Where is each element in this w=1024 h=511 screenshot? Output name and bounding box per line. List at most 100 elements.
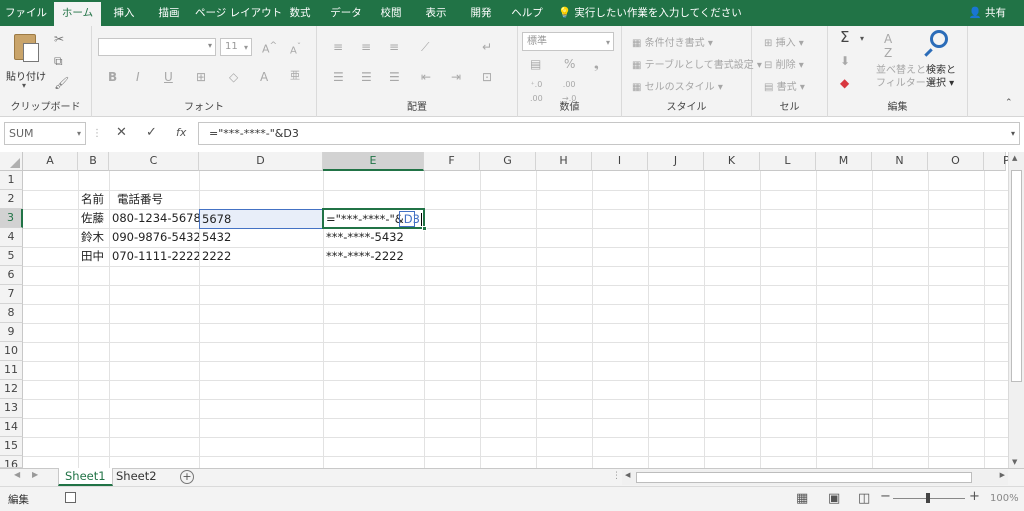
- paste-button[interactable]: 貼り付け ▾: [6, 32, 46, 90]
- search-icon[interactable]: [930, 30, 948, 48]
- cell-e4[interactable]: ***-****-5432: [323, 228, 424, 246]
- format-cells-button[interactable]: ▤ 書式 ▾: [764, 78, 805, 93]
- row-header-13[interactable]: 13: [0, 399, 23, 418]
- comma-style-icon[interactable]: ❟: [594, 57, 599, 71]
- cell-d4[interactable]: 5432: [199, 228, 323, 246]
- page-break-view-icon[interactable]: ◫: [858, 491, 870, 506]
- increase-indent-icon[interactable]: ⇥: [451, 70, 461, 84]
- scroll-right-icon[interactable]: ▶: [1000, 471, 1005, 479]
- column-header-f[interactable]: F: [424, 152, 480, 171]
- currency-icon[interactable]: ▤: [530, 57, 541, 71]
- tab-home[interactable]: ホーム: [54, 2, 101, 26]
- delete-cells-button[interactable]: ⊟ 削除 ▾: [764, 56, 804, 71]
- cell-d3[interactable]: 5678: [199, 210, 323, 228]
- align-right-icon[interactable]: ☰: [389, 70, 400, 84]
- column-header-j[interactable]: J: [648, 152, 704, 171]
- cancel-icon[interactable]: ✕: [116, 126, 127, 140]
- cell-e5[interactable]: ***-****-2222: [323, 247, 424, 265]
- insert-function-icon[interactable]: fx: [176, 126, 186, 140]
- sort-filter-icon[interactable]: AZ: [884, 32, 892, 60]
- tab-view[interactable]: 表示: [415, 0, 457, 26]
- tab-developer[interactable]: 開発: [462, 0, 500, 26]
- row-header-14[interactable]: 14: [0, 418, 23, 437]
- cell-c4[interactable]: 090-9876-5432: [109, 228, 199, 246]
- sheet-tab-sheet1[interactable]: Sheet1: [58, 468, 113, 486]
- cell-b3[interactable]: 佐藤: [78, 209, 109, 227]
- tab-file[interactable]: ファイル: [0, 0, 52, 26]
- grow-font-icon[interactable]: A^: [262, 39, 277, 57]
- align-bottom-icon[interactable]: ≡: [389, 40, 399, 54]
- copy-icon[interactable]: ⧉: [54, 54, 63, 68]
- align-middle-icon[interactable]: ≡: [361, 40, 371, 54]
- select-all-corner[interactable]: [0, 152, 23, 171]
- row-header-10[interactable]: 10: [0, 342, 23, 361]
- row-header-8[interactable]: 8: [0, 304, 23, 323]
- scroll-up-icon[interactable]: ▲: [1012, 154, 1017, 162]
- scroll-thumb[interactable]: [1011, 170, 1022, 382]
- column-header-p[interactable]: P: [984, 152, 1010, 171]
- page-layout-view-icon[interactable]: ▣: [828, 491, 840, 506]
- cell-b4[interactable]: 鈴木: [78, 228, 109, 246]
- cell-b5[interactable]: 田中: [78, 247, 109, 265]
- vertical-scrollbar[interactable]: ▲ ▼: [1008, 152, 1024, 468]
- column-header-a[interactable]: A: [23, 152, 78, 171]
- share-button[interactable]: 👤 共有: [969, 0, 1006, 26]
- chevron-down-icon[interactable]: ▾: [860, 32, 864, 46]
- insert-cells-button[interactable]: ⊞ 挿入 ▾: [764, 34, 804, 49]
- number-format-select[interactable]: 標準 ▾: [522, 32, 614, 51]
- row-header-1[interactable]: 1: [0, 171, 23, 190]
- font-name-select[interactable]: ▾: [98, 38, 216, 56]
- zoom-in-icon[interactable]: +: [969, 489, 980, 504]
- scroll-left-icon[interactable]: ◀: [625, 471, 630, 479]
- cell-c2[interactable]: 電話番号: [109, 190, 199, 208]
- column-header-l[interactable]: L: [760, 152, 816, 171]
- tab-split-grip-icon[interactable]: ⋮: [612, 471, 621, 481]
- row-header-12[interactable]: 12: [0, 380, 23, 399]
- sheet-nav-next-icon[interactable]: ▶: [32, 470, 38, 479]
- row-header-9[interactable]: 9: [0, 323, 23, 342]
- clear-icon[interactable]: ◆: [840, 76, 849, 90]
- bold-icon[interactable]: B: [108, 70, 117, 84]
- cell-c3[interactable]: 080-1234-5678: [109, 209, 199, 227]
- tab-help[interactable]: ヘルプ: [505, 0, 549, 26]
- format-painter-icon[interactable]: 🖌: [54, 76, 69, 90]
- column-header-e[interactable]: E: [323, 152, 424, 171]
- normal-view-icon[interactable]: ▦: [796, 491, 808, 506]
- zoom-level[interactable]: 100%: [990, 493, 1019, 504]
- align-top-icon[interactable]: ≡: [333, 40, 343, 54]
- tab-formulas[interactable]: 数式: [280, 0, 320, 26]
- sheet-nav-prev-icon[interactable]: ◀: [14, 470, 20, 479]
- italic-icon[interactable]: I: [136, 70, 140, 84]
- row-header-16[interactable]: 16: [0, 456, 23, 468]
- column-header-m[interactable]: M: [816, 152, 872, 171]
- find-select-button[interactable]: 検索と 選択 ▾: [926, 64, 956, 90]
- row-header-6[interactable]: 6: [0, 266, 23, 285]
- shrink-font-icon[interactable]: Aˇ: [290, 39, 301, 58]
- cell-styles-button[interactable]: ▦ セルのスタイル ▾: [632, 78, 723, 93]
- align-left-icon[interactable]: ☰: [333, 70, 344, 84]
- sheet-tab-sheet2[interactable]: Sheet2: [110, 468, 163, 486]
- fill-color-icon[interactable]: ◇: [229, 70, 238, 84]
- name-box[interactable]: SUM ▾: [4, 122, 86, 145]
- row-header-4[interactable]: 4: [0, 228, 23, 247]
- horizontal-scrollbar[interactable]: ◀ ▶: [622, 470, 1008, 485]
- tab-page-layout[interactable]: ページ レイアウト: [195, 0, 282, 26]
- macro-record-icon[interactable]: [65, 492, 76, 503]
- zoom-slider-thumb[interactable]: [926, 493, 930, 503]
- tab-data[interactable]: データ: [325, 0, 367, 26]
- row-header-2[interactable]: 2: [0, 190, 23, 209]
- tab-insert[interactable]: 挿入: [105, 0, 143, 26]
- h-scroll-thumb[interactable]: [636, 472, 972, 483]
- cell-d5[interactable]: 2222: [199, 247, 323, 265]
- row-header-11[interactable]: 11: [0, 361, 23, 380]
- merge-center-icon[interactable]: ⊡: [482, 70, 492, 84]
- tab-review[interactable]: 校閲: [372, 0, 410, 26]
- enter-icon[interactable]: ✓: [146, 126, 157, 140]
- font-color-icon[interactable]: A: [260, 70, 268, 84]
- borders-icon[interactable]: ⊞: [196, 70, 206, 84]
- zoom-out-icon[interactable]: −: [880, 489, 891, 504]
- orientation-icon[interactable]: ⟋: [421, 40, 429, 54]
- cut-icon[interactable]: ✂: [54, 32, 64, 46]
- cell-c5[interactable]: 070-1111-2222: [109, 247, 199, 265]
- conditional-formatting-button[interactable]: ▦ 条件付き書式 ▾: [632, 34, 713, 49]
